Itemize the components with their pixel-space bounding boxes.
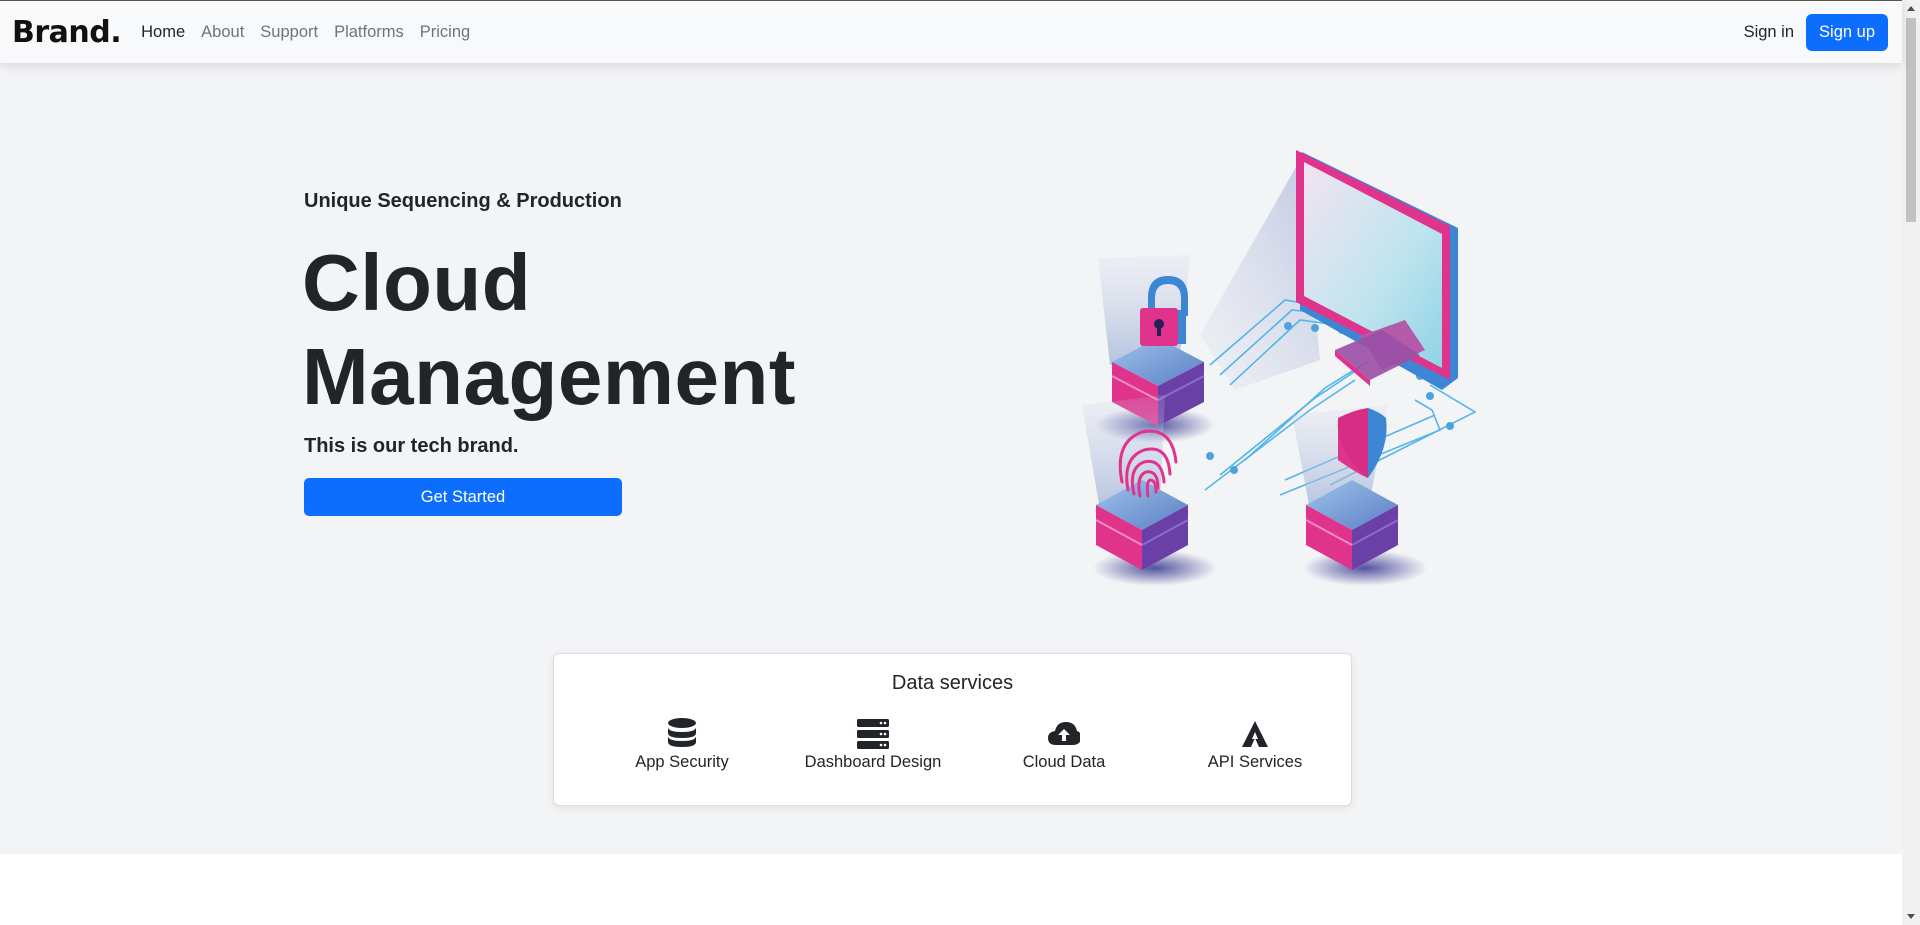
nav-link-platforms[interactable]: Platforms (326, 23, 412, 42)
sign-in-link[interactable]: Sign in (1744, 23, 1794, 42)
nav-link-pricing[interactable]: Pricing (412, 23, 478, 42)
service-label: Dashboard Design (804, 753, 942, 771)
service-cloud-data[interactable]: Cloud Data (969, 718, 1159, 772)
cloud-upload-icon (969, 718, 1159, 750)
nav-link-support[interactable]: Support (252, 23, 326, 42)
atlassian-icon (1160, 718, 1350, 750)
nav-links: Home About Support Platforms Pricing (133, 23, 478, 42)
nav-actions: Sign in Sign up (1744, 13, 1888, 51)
service-api-services[interactable]: API Services (1160, 718, 1350, 772)
scroll-up-arrow-icon[interactable] (1907, 6, 1915, 11)
nav-link-home[interactable]: Home (133, 23, 193, 42)
service-label: App Security (635, 753, 729, 771)
brand-logo[interactable]: Brand. (12, 15, 122, 50)
service-app-security[interactable]: App Security (587, 718, 777, 772)
server-icon (778, 718, 968, 750)
service-label: API Services (1207, 753, 1303, 771)
service-dashboard-design[interactable]: Dashboard Design (778, 718, 968, 772)
sign-up-button[interactable]: Sign up (1806, 13, 1888, 51)
card-title: Data services (891, 672, 1014, 694)
monitor-graphic (1296, 150, 1458, 390)
database-icon (587, 718, 777, 750)
isometric-security-illustration (1082, 150, 1477, 586)
get-started-button[interactable]: Get Started (304, 478, 622, 516)
hero-title-line-1: Cloud (302, 238, 532, 327)
scrollbar-thumb[interactable] (1906, 18, 1916, 222)
scroll-down-arrow-icon[interactable] (1907, 914, 1915, 919)
next-section (0, 854, 1902, 925)
service-label: Cloud Data (1022, 753, 1106, 771)
data-services-card: Data services App Security Dashboard Des… (553, 653, 1352, 806)
hero-title: Cloud Management (302, 236, 796, 424)
page-scrollbar[interactable] (1902, 0, 1920, 925)
hero-subtitle: This is our tech brand. (304, 435, 519, 457)
nav-link-about[interactable]: About (193, 23, 252, 42)
hero-title-line-2: Management (302, 332, 796, 421)
navbar: Brand. Home About Support Platforms Pric… (0, 1, 1902, 63)
hero-eyebrow: Unique Sequencing & Production (304, 190, 622, 212)
